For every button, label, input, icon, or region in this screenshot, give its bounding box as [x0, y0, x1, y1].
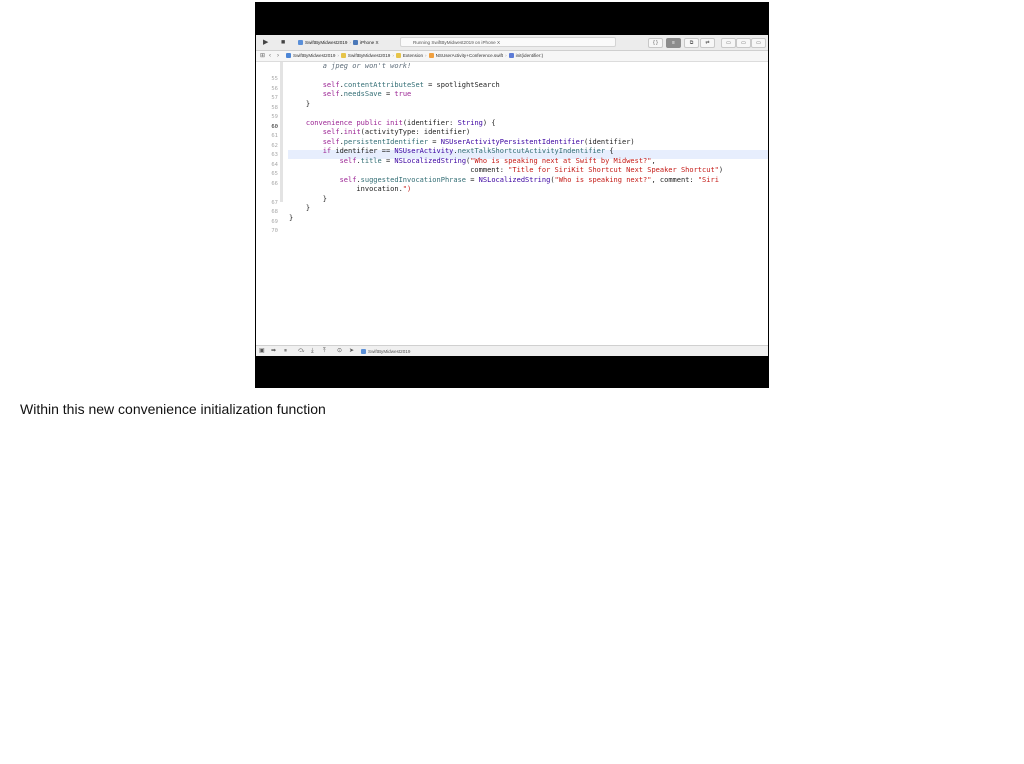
- hide-debug-area-icon[interactable]: ▣: [259, 346, 265, 356]
- line-number: 64: [271, 162, 278, 168]
- slide-caption: Within this new convenience initializati…: [20, 401, 326, 417]
- code-line: self.needsSave = true: [322, 90, 412, 98]
- location-icon[interactable]: ➤: [349, 346, 354, 356]
- line-number: 62: [271, 143, 278, 149]
- pause-icon[interactable]: ⏸: [284, 346, 287, 356]
- code-line: if identifier == NSUserActivity.nextTalk…: [322, 147, 614, 155]
- debug-area-toggle-button[interactable]: ▭: [736, 38, 751, 48]
- code-line: a jpeg or won't work!: [289, 62, 412, 70]
- breadcrumb-group[interactable]: SwiftByMidwest2019: [348, 53, 390, 58]
- step-out-icon[interactable]: ⤒: [323, 346, 326, 356]
- line-number-current: 60: [271, 124, 278, 130]
- forward-icon[interactable]: ›: [277, 51, 279, 61]
- back-icon[interactable]: ‹: [269, 51, 271, 61]
- project-icon: [286, 53, 291, 58]
- jump-bar: ⊞ ‹ › SwiftByMidwest2019 › SwiftByMidwest2…: [256, 51, 768, 62]
- xcode-window: ▶ ■ SwiftByMidwest2019 › iPhone X Running …: [256, 35, 768, 356]
- code-line-current: convenience public init(identifier: Stri…: [305, 119, 496, 127]
- breadcrumb-symbol[interactable]: init(identifier:): [516, 53, 544, 58]
- folder-icon: [395, 53, 401, 58]
- line-number: 66: [271, 181, 278, 187]
- breadcrumb-file[interactable]: NSUserActivity+Conference.swift: [436, 53, 504, 58]
- line-number: 68: [271, 209, 278, 215]
- play-icon[interactable]: ▶: [263, 38, 268, 47]
- navigator-toggle-button[interactable]: ▭: [721, 38, 736, 48]
- breadcrumb-folder[interactable]: Extension: [403, 53, 423, 58]
- scheme-device: iPhone X: [359, 40, 379, 45]
- slide-frame: ▶ ■ SwiftByMidwest2019 › iPhone X Running …: [255, 2, 769, 388]
- code-line: self.contentAttributeSet = spotlightSear…: [322, 81, 500, 89]
- code-coverage-ribbon: [280, 62, 283, 202]
- line-number: 58: [271, 105, 278, 111]
- line-number: 55: [271, 76, 278, 82]
- code-line: }: [289, 204, 311, 212]
- breakpoints-toggle-icon[interactable]: ➡: [271, 346, 276, 356]
- related-items-icon[interactable]: ⊞: [260, 51, 265, 61]
- line-number: 59: [271, 114, 278, 120]
- code-line: }: [289, 214, 294, 222]
- line-number: 56: [271, 86, 278, 92]
- line-number-gutter: 55 56 57 58 59 60 61 62 63 64 65 66 67 6…: [256, 62, 280, 344]
- step-over-icon[interactable]: ⤼: [298, 346, 304, 356]
- line-number: 69: [271, 219, 278, 225]
- inspector-toggle-button[interactable]: ▭: [751, 38, 766, 48]
- code-line: comment: "Title for SiriKit Shortcut Nex…: [289, 166, 724, 174]
- version-editor-button[interactable]: ⇄: [700, 38, 715, 48]
- app-target-icon: [298, 40, 303, 45]
- standard-editor-button[interactable]: ≡: [666, 38, 681, 48]
- code-line: self.suggestedInvocationPhrase = NSLocal…: [339, 176, 719, 184]
- stop-icon[interactable]: ■: [281, 38, 285, 47]
- line-number: 65: [271, 171, 278, 177]
- folder-icon: [340, 53, 346, 58]
- source-editor[interactable]: 55 56 57 58 59 60 61 62 63 64 65 66 67 6…: [256, 62, 768, 344]
- scheme-selector[interactable]: SwiftByMidwest2019 › iPhone X: [298, 38, 379, 47]
- code-line: invocation."): [289, 185, 412, 193]
- line-number: 63: [271, 152, 278, 158]
- line-number: 57: [271, 95, 278, 101]
- debug-target: SwiftByMidwest2019: [361, 346, 410, 356]
- breadcrumb-project[interactable]: SwiftByMidwest2019: [293, 53, 335, 58]
- code-snippet-button[interactable]: { }: [648, 38, 663, 48]
- code-line: }: [289, 195, 327, 203]
- code-line: }: [289, 100, 311, 108]
- method-icon: [508, 53, 514, 58]
- line-number: 70: [271, 228, 278, 234]
- debug-view-hierarchy-icon[interactable]: ⊙: [337, 346, 342, 356]
- code-line: self.title = NSLocalizedString("Who is s…: [339, 157, 656, 165]
- scheme-target: SwiftByMidwest2019: [305, 40, 348, 45]
- code-line: self.init(activityType: identifier): [322, 128, 471, 136]
- line-number: 61: [271, 133, 278, 139]
- toolbar: ▶ ■ SwiftByMidwest2019 › iPhone X Running …: [256, 35, 768, 51]
- step-into-icon[interactable]: ⤓: [311, 346, 314, 356]
- device-icon: [352, 40, 358, 45]
- breadcrumb: SwiftByMidwest2019 › SwiftByMidwest2019 › Ex…: [286, 51, 543, 61]
- swift-file-icon: [428, 53, 434, 58]
- activity-status: Running SwiftByMidwest2019 on iPhone X: [400, 37, 616, 47]
- app-target-icon: [361, 349, 366, 354]
- line-number: 67: [271, 200, 278, 206]
- debug-bar: ▣ ➡ ⏸ ⤼ ⤓ ⤒ ⊙ ➤ SwiftByMidwest2019: [256, 345, 768, 356]
- code-line: self.persistentIdentifier = NSUserActivi…: [322, 138, 635, 146]
- assistant-editor-button[interactable]: ⧉: [684, 38, 699, 48]
